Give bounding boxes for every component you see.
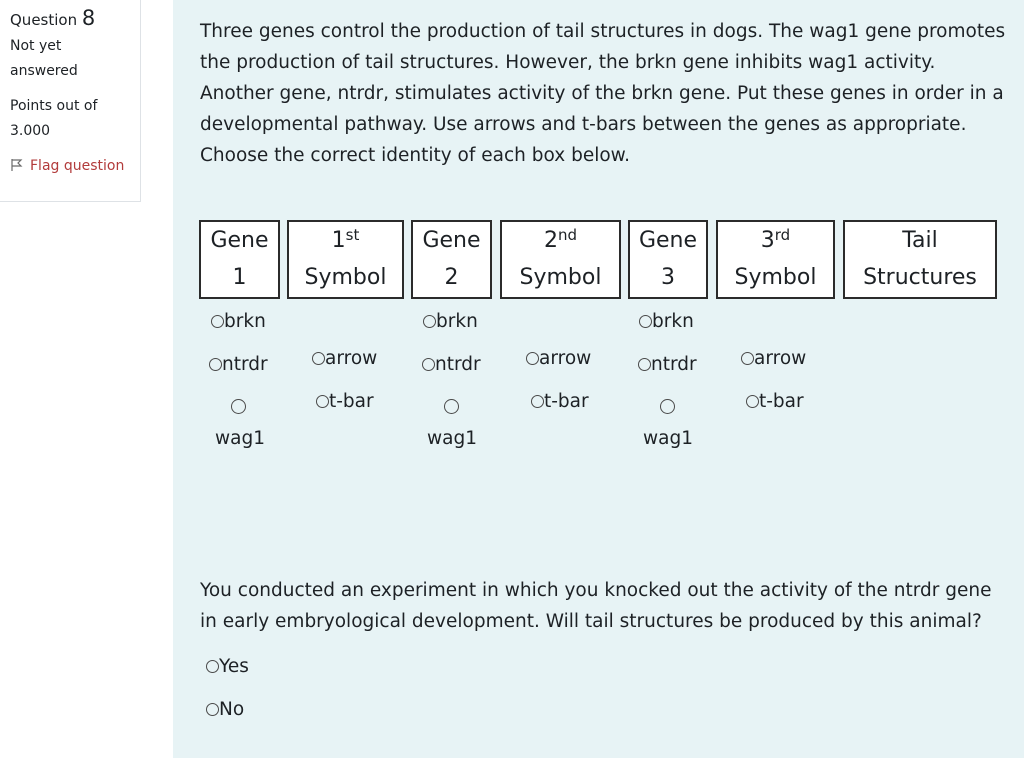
flag-question-link[interactable]: Flag question xyxy=(10,154,140,179)
question-content: Three genes control the production of ta… xyxy=(173,0,1024,758)
gene1-option-wag1-radio[interactable] xyxy=(231,399,246,414)
symbol2-option-arrow[interactable]: arrow xyxy=(526,348,591,369)
symbol-2-box: 2nd Symbol xyxy=(500,220,621,299)
symbol-1-line1: 1st xyxy=(289,222,402,259)
gene-3-line2: 3 xyxy=(661,265,675,290)
gene2-option-wag1-label: wag1 xyxy=(427,428,477,449)
gene1-option-wag1-label: wag1 xyxy=(215,428,265,449)
gene2-option-wag1-radio[interactable] xyxy=(444,399,459,414)
gene-1-line2: 1 xyxy=(232,265,247,290)
option-label: ntrdr xyxy=(435,354,481,375)
option-label: brkn xyxy=(436,311,478,332)
radio-icon[interactable] xyxy=(746,395,759,408)
tail-line2: Structures xyxy=(863,265,977,290)
gene-2-line2: 2 xyxy=(444,265,459,290)
symbol-2-line2: Symbol xyxy=(519,265,602,290)
radio-icon[interactable] xyxy=(531,395,544,408)
radio-icon[interactable] xyxy=(312,352,325,365)
symbol-1-box: 1st Symbol xyxy=(287,220,404,299)
gene3-option-brkn[interactable]: brkn xyxy=(639,311,694,332)
option-label: t-bar xyxy=(759,391,804,412)
gene2-option-ntrdr[interactable]: ntrdr xyxy=(422,354,481,375)
symbol3-option-tbar[interactable]: t-bar xyxy=(746,391,804,412)
answer-option-no[interactable]: No xyxy=(206,699,244,720)
option-label: brkn xyxy=(224,311,266,332)
gene1-option-ntrdr[interactable]: ntrdr xyxy=(209,354,268,375)
gene-3-line1: Gene xyxy=(638,228,698,253)
radio-icon[interactable] xyxy=(206,660,219,673)
symbol2-option-tbar[interactable]: t-bar xyxy=(531,391,589,412)
flag-question-label: Flag question xyxy=(30,158,125,174)
option-label: arrow xyxy=(539,348,592,369)
option-label: arrow xyxy=(754,348,807,369)
option-label: t-bar xyxy=(329,391,374,412)
radio-icon[interactable] xyxy=(211,315,224,328)
symbol-2-line1: 2nd xyxy=(502,222,619,259)
symbol-1-line2: Symbol xyxy=(304,265,387,290)
tail-line1: Tail xyxy=(902,228,938,253)
symbol-1-sup: st xyxy=(345,226,360,244)
symbol-1-num: 1 xyxy=(331,228,346,253)
gene-1-line1: Gene xyxy=(210,228,269,253)
question-info-panel: Question 8 Not yet answered Points out o… xyxy=(0,0,141,202)
symbol-3-line1: 3rd xyxy=(718,222,833,259)
radio-icon[interactable] xyxy=(206,703,219,716)
symbol-3-box: 3rd Symbol xyxy=(716,220,835,299)
symbol-2-sup: nd xyxy=(557,226,578,244)
radio-icon[interactable] xyxy=(423,315,436,328)
radio-icon[interactable] xyxy=(422,358,435,371)
symbol-2-num: 2 xyxy=(543,228,558,253)
question-text: Three genes control the production of ta… xyxy=(200,21,1006,166)
radio-icon[interactable] xyxy=(209,358,222,371)
question-label: Question xyxy=(10,11,78,29)
symbol-3-line2: Symbol xyxy=(734,265,817,290)
tail-structures-box: Tail Structures xyxy=(843,220,997,299)
points-line1: Points out of xyxy=(10,98,98,114)
question-points: Points out of 3.000 xyxy=(10,94,140,144)
flag-icon xyxy=(11,159,23,171)
gene2-option-brkn[interactable]: brkn xyxy=(423,311,478,332)
option-label: ntrdr xyxy=(651,354,697,375)
gene-2-line1: Gene xyxy=(422,228,481,253)
option-label: brkn xyxy=(652,311,694,332)
points-line2: 3.000 xyxy=(10,123,51,139)
state-line2: answered xyxy=(10,63,78,79)
radio-icon[interactable] xyxy=(526,352,539,365)
gene-2-box: Gene 2 xyxy=(411,220,492,299)
symbol1-option-tbar[interactable]: t-bar xyxy=(316,391,374,412)
radio-icon[interactable] xyxy=(316,395,329,408)
question-number: Question 8 xyxy=(10,6,140,33)
question-number-value: 8 xyxy=(81,6,96,30)
state-line1: Not yet xyxy=(10,38,62,54)
answer-option-yes[interactable]: Yes xyxy=(206,656,249,677)
symbol-3-sup: rd xyxy=(774,226,791,244)
option-label: Yes xyxy=(219,656,249,677)
symbol1-option-arrow[interactable]: arrow xyxy=(312,348,377,369)
gene3-option-ntrdr[interactable]: ntrdr xyxy=(638,354,697,375)
option-label: t-bar xyxy=(544,391,589,412)
gene1-option-brkn[interactable]: brkn xyxy=(211,311,266,332)
option-label: ntrdr xyxy=(222,354,268,375)
radio-icon[interactable] xyxy=(638,358,651,371)
radio-icon[interactable] xyxy=(741,352,754,365)
option-label: arrow xyxy=(325,348,378,369)
question-state: Not yet answered xyxy=(10,34,140,84)
gene3-option-wag1-label: wag1 xyxy=(643,428,693,449)
question2-text: You conducted an experiment in which you… xyxy=(200,580,992,632)
gene3-option-wag1-radio[interactable] xyxy=(660,399,675,414)
symbol3-option-arrow[interactable]: arrow xyxy=(741,348,806,369)
option-label: No xyxy=(219,699,245,720)
symbol-3-num: 3 xyxy=(760,228,775,253)
gene-3-box: Gene 3 xyxy=(628,220,708,299)
radio-icon[interactable] xyxy=(639,315,652,328)
gene-1-box: Gene 1 xyxy=(199,220,280,299)
